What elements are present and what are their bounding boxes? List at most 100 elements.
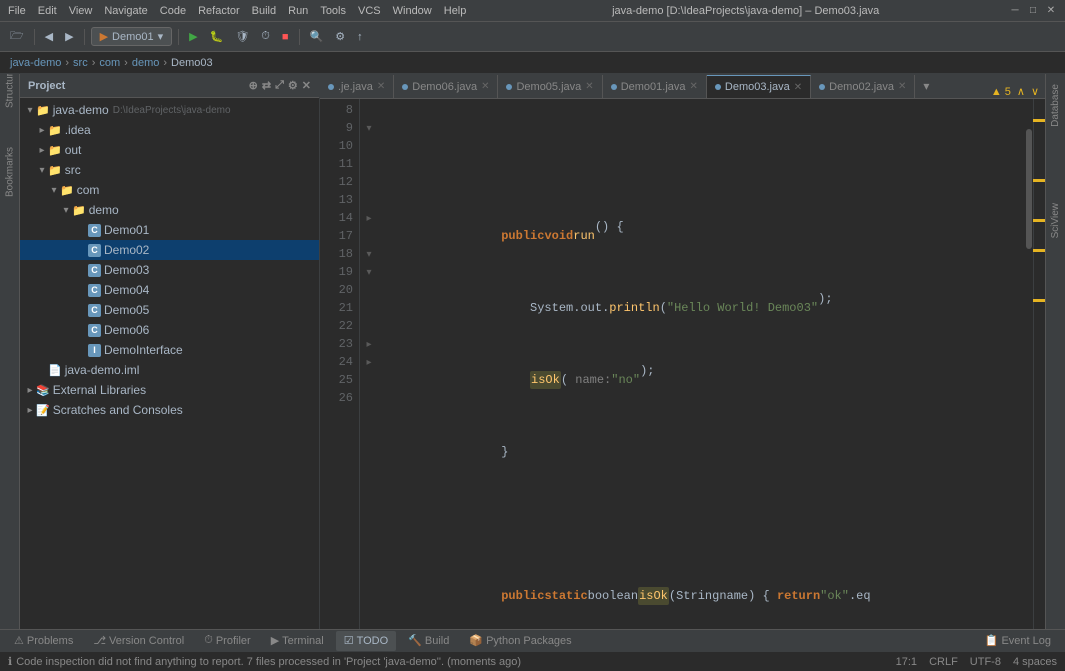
tree-item-external-libs[interactable]: ▸ 📚 External Libraries <box>20 380 319 400</box>
menu-build[interactable]: Build <box>252 5 276 17</box>
tab-demo06-close[interactable]: ✕ <box>481 81 489 92</box>
menu-run[interactable]: Run <box>288 5 308 17</box>
bottom-tab-problems[interactable]: ⚠ Problems <box>6 631 81 651</box>
tree-item-demo04[interactable]: C Demo04 <box>20 280 319 300</box>
tree-item-demointerface[interactable]: I DemoInterface <box>20 340 319 360</box>
tree-item-com[interactable]: ▾ 📁 com <box>20 180 319 200</box>
tree-item-demo03[interactable]: C Demo03 <box>20 260 319 280</box>
gutter-23[interactable]: ▸ <box>360 335 378 353</box>
update-button[interactable]: ↑ <box>353 26 367 48</box>
bottom-tab-event-log[interactable]: 📋 Event Log <box>977 631 1059 651</box>
gutter-24[interactable]: ▸ <box>360 353 378 371</box>
tab-demo01[interactable]: Demo01.java ✕ <box>603 75 707 98</box>
tree-item-demo[interactable]: ▾ 📁 demo <box>20 200 319 220</box>
scrollbar-thumb[interactable] <box>1026 129 1032 249</box>
menu-refactor[interactable]: Refactor <box>198 5 240 17</box>
bottom-tab-version-control[interactable]: ⎇ Version Control <box>85 631 192 651</box>
tree-item-idea[interactable]: ▸ 📁 .idea <box>20 120 319 140</box>
tree-item-demo06[interactable]: C Demo06 <box>20 320 319 340</box>
tab-bar-overflow[interactable]: ▾ <box>915 79 937 93</box>
tab-demo01-close[interactable]: ✕ <box>690 81 698 92</box>
debug-button[interactable]: 🐛 <box>206 26 228 48</box>
project-sync-icon[interactable]: ⇄ <box>262 79 271 92</box>
code-area[interactable]: public void run() { System.out.println("… <box>378 99 1025 629</box>
menu-navigate[interactable]: Navigate <box>104 5 147 17</box>
run-config-selector[interactable]: ▶ Demo01 ▾ <box>91 27 173 46</box>
toolbar-back[interactable]: ◀ <box>41 26 57 48</box>
bottom-tab-build[interactable]: 🔨 Build <box>400 631 457 651</box>
project-collapse-icon[interactable]: ⤢ <box>275 79 284 92</box>
search-button[interactable]: 🔍 <box>306 26 328 48</box>
menu-file[interactable]: File <box>8 5 26 17</box>
warnings-count[interactable]: ▲ 5 <box>991 86 1011 98</box>
bookmarks-panel-toggle[interactable]: Bookmarks <box>2 164 18 180</box>
close-button[interactable]: ✕ <box>1045 5 1057 17</box>
gutter-14[interactable]: ▸ <box>360 209 378 227</box>
database-panel-toggle[interactable]: Database <box>1048 80 1063 131</box>
tree-item-demo02[interactable]: C Demo02 <box>20 240 319 260</box>
menu-view[interactable]: View <box>69 5 93 17</box>
tab-demo02-close[interactable]: ✕ <box>898 81 906 92</box>
menu-edit[interactable]: Edit <box>38 5 57 17</box>
tab-demo06[interactable]: Demo06.java ✕ <box>394 75 498 98</box>
tab-je-java-close[interactable]: ✕ <box>377 81 385 92</box>
bottom-tab-python-packages[interactable]: 📦 Python Packages <box>461 631 579 651</box>
tab-demo05-close[interactable]: ✕ <box>585 81 593 92</box>
maximize-button[interactable]: □ <box>1027 5 1039 17</box>
menu-tools[interactable]: Tools <box>320 5 346 17</box>
collapse-icon[interactable]: ∨ <box>1031 85 1039 98</box>
project-add-icon[interactable]: ⊕ <box>249 79 258 92</box>
tree-item-src[interactable]: ▾ 📁 src <box>20 160 319 180</box>
expand-icon[interactable]: ∧ <box>1017 85 1025 98</box>
gutter-19[interactable]: ▾ <box>360 263 378 281</box>
structure-panel-toggle[interactable]: Structure <box>2 80 18 96</box>
bottom-tab-terminal[interactable]: ▶ Terminal <box>263 631 332 651</box>
breadcrumb-demo03[interactable]: Demo03 <box>171 57 213 69</box>
tree-item-scratches[interactable]: ▸ 📝 Scratches and Consoles <box>20 400 319 420</box>
bottom-tab-todo[interactable]: ☑ TODO <box>336 631 396 651</box>
editor-content[interactable]: 8 9 10 11 12 13 14 17 18 19 20 21 22 23 … <box>320 99 1045 629</box>
menu-help[interactable]: Help <box>444 5 467 17</box>
todo-icon: ☑ <box>344 634 354 647</box>
tree-item-demo01[interactable]: C Demo01 <box>20 220 319 240</box>
gutter-9[interactable]: ▾ <box>360 119 378 137</box>
tab-demo05[interactable]: Demo05.java ✕ <box>498 75 602 98</box>
encoding[interactable]: UTF-8 <box>970 656 1001 668</box>
run-config-dropdown[interactable]: ▾ <box>158 30 164 43</box>
toolbar-forward[interactable]: ▶ <box>61 26 77 48</box>
breadcrumb-project[interactable]: java-demo <box>10 57 61 69</box>
vertical-scrollbar[interactable] <box>1025 99 1033 629</box>
tree-item-out[interactable]: ▸ 📁 out <box>20 140 319 160</box>
stop-button[interactable]: ■ <box>278 26 293 48</box>
indent-setting[interactable]: 4 spaces <box>1013 656 1057 668</box>
toolbar-project-icon[interactable]: 🗁 <box>6 26 28 48</box>
tree-item-iml[interactable]: 📄 java-demo.iml <box>20 360 319 380</box>
breadcrumb-com[interactable]: com <box>99 57 120 69</box>
gutter-18[interactable]: ▾ <box>360 245 378 263</box>
tree-item-demo05[interactable]: C Demo05 <box>20 300 319 320</box>
project-settings-icon[interactable]: ⚙ <box>288 79 298 92</box>
tree-item-java-demo[interactable]: ▾ 📁 java-demo D:\IdeaProjects\java-demo <box>20 100 319 120</box>
coverage-button[interactable]: 🛡 <box>231 26 253 48</box>
problems-icon: ⚠ <box>14 634 24 647</box>
tab-demo05-label: Demo05.java <box>516 81 581 93</box>
sciview-panel-toggle[interactable]: SciView <box>1048 199 1063 242</box>
breadcrumb-demo[interactable]: demo <box>132 57 160 69</box>
tab-demo03-close[interactable]: ✕ <box>794 82 802 93</box>
tab-je-java[interactable]: .je.java ✕ <box>320 75 394 98</box>
minimize-button[interactable]: ─ <box>1009 5 1021 17</box>
menu-window[interactable]: Window <box>393 5 432 17</box>
line-ending[interactable]: CRLF <box>929 656 958 668</box>
bottom-tab-profiler[interactable]: ⏱ Profiler <box>196 631 258 651</box>
tab-demo03[interactable]: Demo03.java ✕ <box>707 75 811 98</box>
run-button[interactable]: ▶ <box>185 26 201 48</box>
menu-code[interactable]: Code <box>160 5 186 17</box>
project-close-icon[interactable]: ✕ <box>302 79 311 92</box>
profiler-button[interactable]: ⏱ <box>257 26 274 48</box>
cursor-position[interactable]: 17:1 <box>896 656 917 668</box>
settings-button[interactable]: ⚙ <box>331 26 349 48</box>
breadcrumb-src[interactable]: src <box>73 57 88 69</box>
menu-bar[interactable]: File Edit View Navigate Code Refactor Bu… <box>8 5 466 17</box>
tab-demo02[interactable]: Demo02.java ✕ <box>811 75 915 98</box>
menu-vcs[interactable]: VCS <box>358 5 381 17</box>
